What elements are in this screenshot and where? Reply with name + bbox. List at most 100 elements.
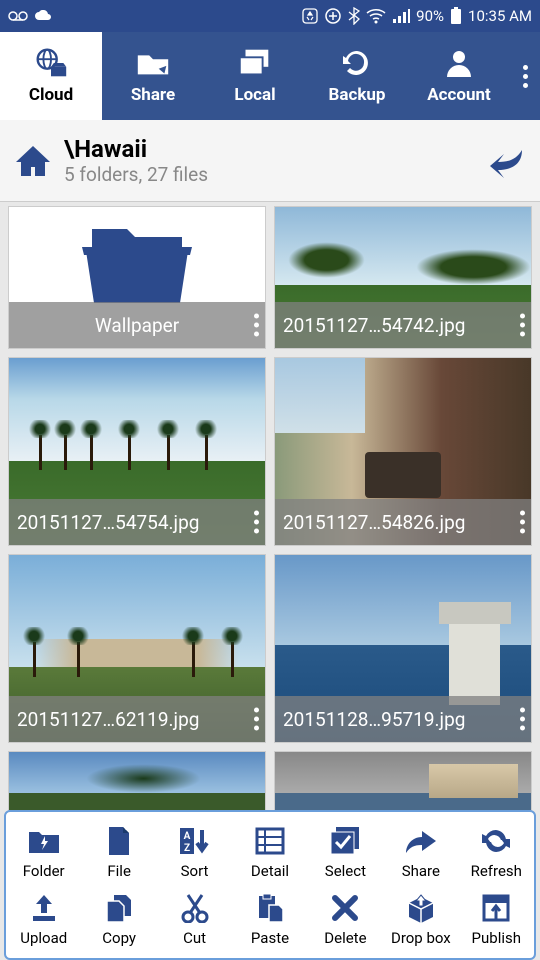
folder-icon (72, 211, 202, 311)
tab-local[interactable]: Local (204, 32, 306, 120)
overflow-menu[interactable] (510, 32, 540, 120)
paste-clipboard-icon (251, 891, 289, 925)
tool-label: Delete (324, 929, 366, 947)
cloud-icon (34, 10, 52, 22)
tab-label: Cloud (29, 85, 73, 105)
copy-icon (100, 891, 138, 925)
signal-icon (392, 8, 410, 24)
tile-menu-icon[interactable] (520, 511, 525, 534)
tile-menu-icon[interactable] (254, 708, 259, 731)
image-tile[interactable]: 20151127…54826.jpg (274, 357, 532, 546)
tool-sort[interactable]: AZ Sort (157, 818, 232, 885)
voicemail-icon (8, 10, 28, 22)
tab-label: Backup (329, 85, 386, 105)
wifi-icon (366, 8, 386, 24)
tile-menu-icon[interactable] (520, 314, 525, 337)
tool-copy[interactable]: Copy (81, 885, 156, 952)
tool-share[interactable]: Share (383, 818, 458, 885)
tool-label: Detail (251, 862, 289, 880)
tool-refresh[interactable]: Refresh (459, 818, 534, 885)
tool-label: Refresh (471, 862, 522, 880)
tool-publish[interactable]: Publish (459, 885, 534, 952)
path-subtitle: 5 folders, 27 files (64, 163, 486, 186)
tab-label: Local (234, 85, 275, 105)
tab-share[interactable]: Share (102, 32, 204, 120)
path-bar: \Hawaii 5 folders, 27 files (0, 120, 540, 202)
share-folder-icon (134, 47, 172, 79)
tile-menu-icon[interactable] (254, 511, 259, 534)
clock-time: 10:35 AM (468, 7, 532, 25)
bluetooth-icon (348, 7, 360, 25)
top-tabs: Cloud Share Local Backup Account (0, 32, 540, 120)
tool-label: Publish (472, 929, 521, 947)
svg-text:Z: Z (184, 843, 190, 854)
tile-menu-icon[interactable] (254, 314, 259, 337)
tile-filename: Wallpaper (95, 314, 179, 337)
tile-filename: 20151127…54754.jpg (17, 511, 199, 534)
tool-file[interactable]: File (81, 818, 156, 885)
tool-label: Copy (102, 929, 136, 947)
back-icon[interactable] (486, 140, 528, 182)
tool-cut[interactable]: Cut (157, 885, 232, 952)
refresh-icon (477, 824, 515, 858)
svg-text:A: A (183, 831, 190, 842)
tool-detail[interactable]: Detail (232, 818, 307, 885)
tool-delete[interactable]: Delete (308, 885, 383, 952)
tool-upload[interactable]: Upload (6, 885, 81, 952)
local-folders-icon (236, 47, 274, 79)
folder-lightning-icon (25, 824, 63, 858)
status-left (8, 10, 52, 22)
image-tile[interactable]: 20151127…62119.jpg (8, 554, 266, 743)
tool-label: Upload (20, 929, 67, 947)
dots-vertical-icon (523, 65, 528, 88)
bottom-toolbar: Folder File AZ Sort Detail Select Share … (4, 810, 536, 960)
tool-paste[interactable]: Paste (232, 885, 307, 952)
detail-list-icon (251, 824, 289, 858)
tool-label: Select (325, 862, 366, 880)
backup-sync-icon (338, 47, 376, 79)
tile-filename: 20151128…95719.jpg (283, 708, 465, 731)
image-tile[interactable] (274, 751, 532, 811)
tab-account[interactable]: Account (408, 32, 510, 120)
tool-label: Share (402, 862, 440, 880)
upload-icon (25, 891, 63, 925)
image-tile[interactable]: 20151127…54742.jpg (274, 206, 532, 349)
tile-filename: 20151127…54742.jpg (283, 314, 465, 337)
share-arrow-icon (402, 824, 440, 858)
sort-az-icon: AZ (176, 824, 214, 858)
tool-select[interactable]: Select (308, 818, 383, 885)
tile-label-bar: Wallpaper (9, 302, 265, 348)
tile-filename: 20151127…54826.jpg (283, 511, 465, 534)
select-check-icon (326, 824, 364, 858)
tool-label: Paste (251, 929, 289, 947)
image-tile[interactable]: 20151127…54754.jpg (8, 357, 266, 546)
tab-backup[interactable]: Backup (306, 32, 408, 120)
tool-label: Drop box (391, 929, 451, 947)
recycle-icon (302, 8, 318, 24)
path-name: \Hawaii (64, 135, 486, 163)
tile-filename: 20151127…62119.jpg (17, 708, 199, 731)
tool-folder[interactable]: Folder (6, 818, 81, 885)
tile-menu-icon[interactable] (520, 708, 525, 731)
folder-tile[interactable]: Wallpaper (8, 206, 266, 349)
battery-percent: 90% (416, 7, 444, 25)
file-new-icon (100, 824, 138, 858)
image-tile[interactable]: 20151128…95719.jpg (274, 554, 532, 743)
status-bar: 90% 10:35 AM (0, 0, 540, 32)
tool-dropbox[interactable]: Drop box (383, 885, 458, 952)
tab-cloud[interactable]: Cloud (0, 32, 102, 120)
cloud-globe-icon (32, 47, 70, 79)
tab-label: Share (131, 85, 175, 105)
image-tile[interactable] (8, 751, 266, 811)
tool-label: Sort (181, 862, 209, 880)
dropbox-box-icon (402, 891, 440, 925)
file-grid: Wallpaper 20151127…54742.jpg 20151127…54… (0, 202, 540, 812)
tool-label: Cut (183, 929, 206, 947)
delete-x-icon (326, 891, 364, 925)
home-icon[interactable] (12, 140, 54, 182)
tool-label: File (107, 862, 131, 880)
tool-label: Folder (23, 862, 65, 880)
publish-icon (477, 891, 515, 925)
account-person-icon (440, 47, 478, 79)
add-circle-icon (324, 7, 342, 25)
